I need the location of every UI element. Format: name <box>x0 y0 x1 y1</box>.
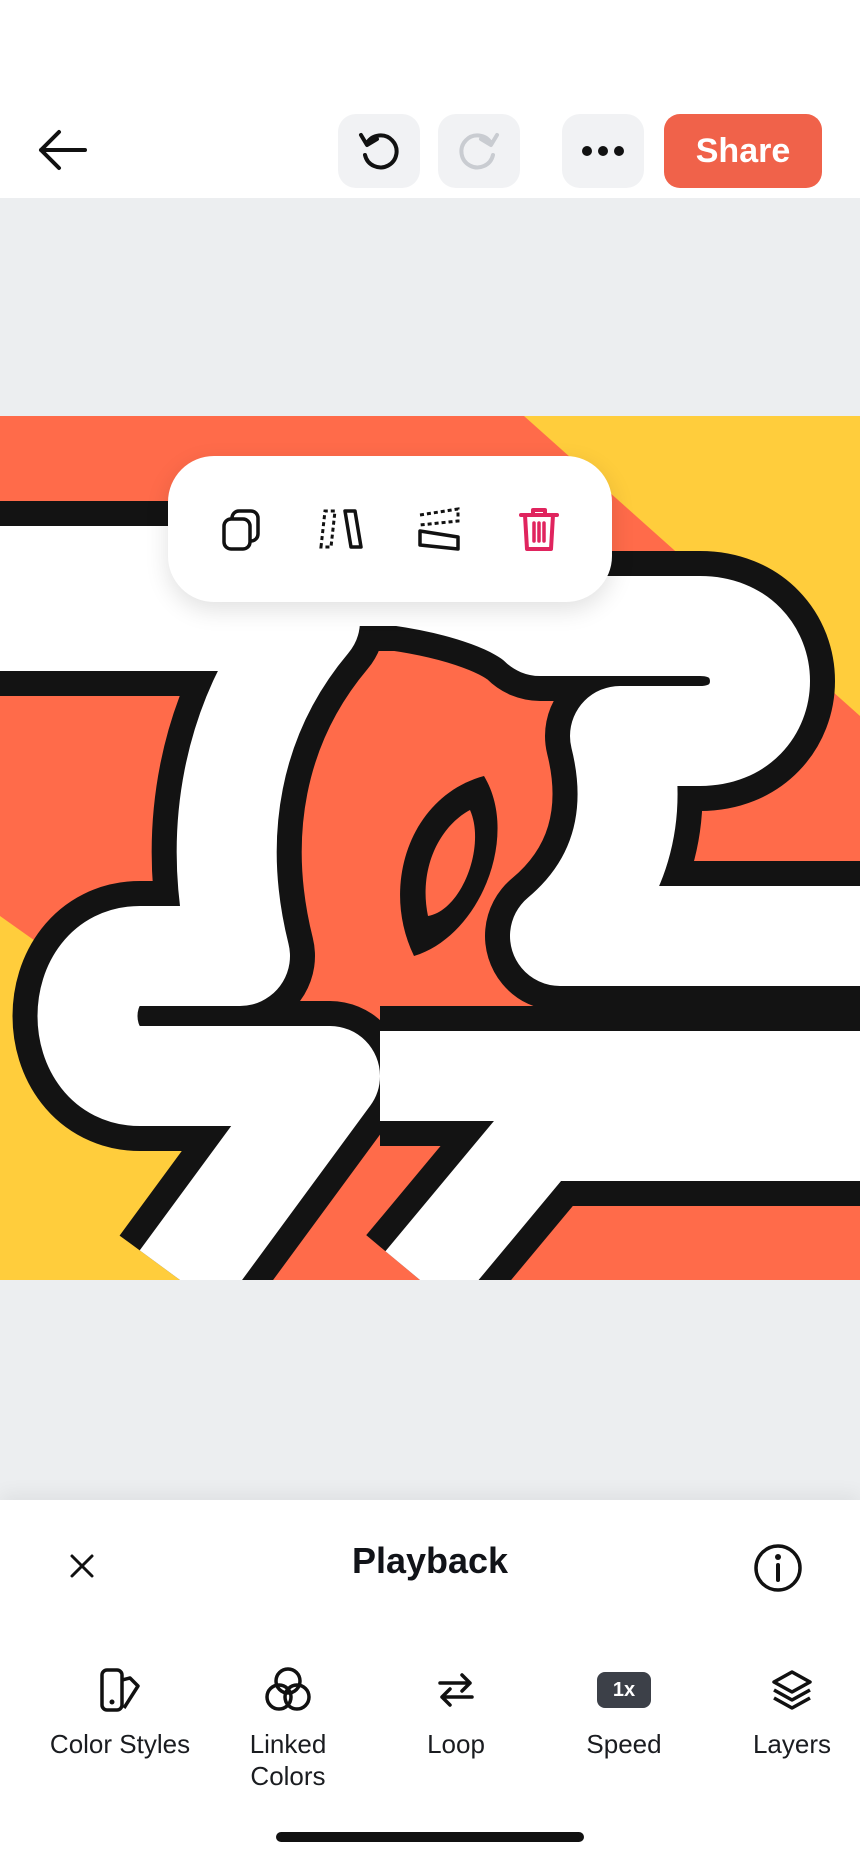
playback-panel: Playback Color Styles Linked Colors Loop… <box>0 1500 860 1864</box>
option-color-styles[interactable]: Color Styles <box>36 1660 204 1810</box>
top-toolbar: Share <box>0 0 860 198</box>
undo-button[interactable] <box>338 114 420 188</box>
panel-title: Playback <box>351 1540 509 1581</box>
back-button[interactable] <box>30 118 94 182</box>
duplicate-button[interactable] <box>207 494 277 564</box>
option-label: Loop <box>427 1729 485 1759</box>
delete-button[interactable] <box>504 494 574 564</box>
playback-options: Color Styles Linked Colors Loop 1x Speed… <box>0 1660 860 1810</box>
perspective-icon <box>417 507 460 551</box>
option-linked-colors[interactable]: Linked Colors <box>204 1660 372 1810</box>
more-options-button[interactable] <box>562 114 644 188</box>
redo-icon <box>459 133 499 170</box>
redo-button[interactable] <box>438 114 520 188</box>
option-speed[interactable]: 1x Speed <box>540 1660 708 1810</box>
more-horizontal-icon <box>582 146 624 156</box>
selection-context-toolbar <box>168 456 612 602</box>
loop-icon <box>438 1673 474 1707</box>
home-indicator <box>276 1832 584 1842</box>
color-styles-icon <box>100 1668 140 1712</box>
arrow-left-icon <box>39 130 87 170</box>
speed-icon: 1x <box>597 1672 651 1708</box>
skew-icon <box>318 509 363 549</box>
option-label: Speed <box>586 1729 662 1759</box>
option-layers[interactable]: Layers <box>708 1660 860 1810</box>
info-button[interactable] <box>750 1540 806 1596</box>
info-icon <box>754 1544 802 1592</box>
option-label: Layers <box>752 1729 832 1759</box>
share-button[interactable]: Share <box>664 114 822 188</box>
linked-colors-icon <box>265 1667 311 1711</box>
option-label: Linked Colors <box>249 1729 327 1791</box>
layers-icon <box>772 1670 812 1710</box>
perspective-button[interactable] <box>405 494 475 564</box>
option-loop[interactable]: Loop <box>372 1660 540 1810</box>
skew-button[interactable] <box>306 494 376 564</box>
option-label: Color Styles <box>49 1729 191 1759</box>
undo-icon <box>359 133 399 170</box>
trash-icon <box>518 508 559 551</box>
duplicate-icon <box>221 509 260 551</box>
